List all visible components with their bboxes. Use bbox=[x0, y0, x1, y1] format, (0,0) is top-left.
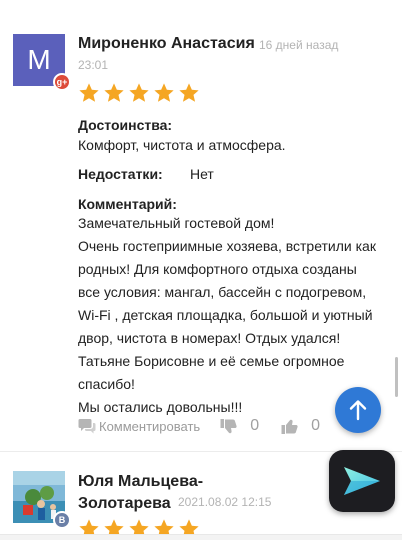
comment-line: все условия: мангал, бассейн с подогрево… bbox=[78, 284, 367, 300]
star-icon bbox=[104, 83, 124, 102]
comment-line: двор, чистота в номерах! Отдых удался! bbox=[78, 330, 341, 346]
comment-label: Комментарий: bbox=[78, 196, 177, 212]
review-date: 16 дней назад bbox=[259, 38, 339, 52]
dislike-button[interactable]: 0 bbox=[220, 417, 259, 435]
star-icon bbox=[79, 83, 99, 102]
comment-line: Wi-Fi , детская площадка, большой и уютн… bbox=[78, 307, 373, 323]
cons-label: Недостатки: bbox=[78, 166, 163, 182]
review-actions: Комментировать 0 0 bbox=[78, 416, 320, 436]
arrow-up-icon bbox=[349, 400, 367, 421]
like-count: 0 bbox=[311, 417, 321, 434]
comment-button-label: Комментировать bbox=[99, 418, 201, 434]
review-date: 2021.08.02 12:15 bbox=[178, 495, 272, 509]
star-icon bbox=[129, 83, 149, 102]
pros-label: Достоинства: bbox=[78, 117, 173, 133]
review-author-line: Юля Мальцева- bbox=[78, 473, 204, 490]
dislike-count: 0 bbox=[250, 417, 260, 434]
thumb-up-icon bbox=[281, 419, 298, 434]
comment-line: Очень гостеприимные хозяева, встретили к… bbox=[78, 238, 376, 254]
comment-icon bbox=[78, 419, 96, 434]
send-icon bbox=[344, 467, 380, 495]
comment-line: родных! Для комфортного отдыха созданы bbox=[78, 261, 357, 277]
rating-stars bbox=[78, 82, 200, 104]
scrollbar-thumb[interactable] bbox=[395, 357, 398, 397]
scroll-to-top-button[interactable] bbox=[335, 387, 381, 433]
comment-line: Татьяне Борисовне и её семье огромное bbox=[78, 353, 345, 369]
google-plus-icon: g+ bbox=[53, 73, 71, 91]
thumb-down-icon bbox=[220, 418, 237, 433]
comment-button[interactable]: Комментировать bbox=[78, 418, 200, 434]
comment-line: Мы остались довольны!!! bbox=[78, 399, 243, 415]
review-time: 23:01 bbox=[78, 58, 109, 72]
bottom-bar bbox=[0, 534, 402, 540]
telegram-button[interactable] bbox=[329, 450, 395, 512]
review-author[interactable]: Мироненко Анастасия bbox=[78, 35, 255, 53]
cons-text: Нет bbox=[190, 166, 214, 182]
pros-text: Комфорт, чистота и атмосфера. bbox=[78, 137, 286, 153]
vk-icon: B bbox=[53, 511, 71, 529]
comment-line: спасибо! bbox=[78, 376, 135, 392]
comment-line: Замечательный гостевой дом! bbox=[78, 215, 275, 231]
like-button[interactable]: 0 bbox=[281, 417, 320, 435]
star-icon bbox=[179, 83, 199, 102]
star-icon bbox=[154, 83, 174, 102]
